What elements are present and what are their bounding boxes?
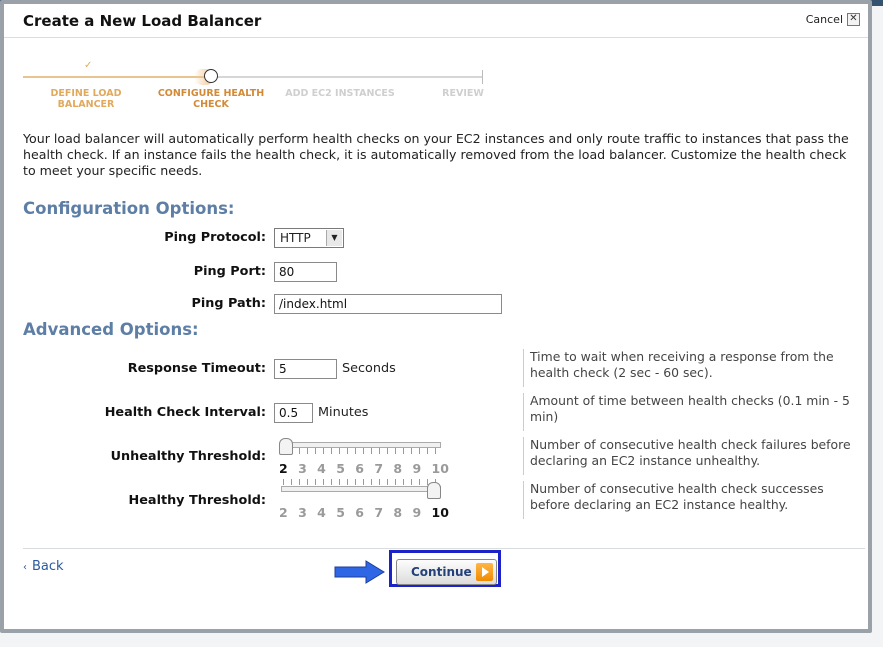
slider-scale-value: 8 — [393, 505, 403, 520]
slider-ticks — [283, 479, 439, 485]
healthy-threshold-help: Number of consecutive health check succe… — [523, 481, 860, 519]
wizard-step-define: Define Load Balancer — [50, 88, 122, 110]
response-timeout-help: Time to wait when receiving a response f… — [523, 349, 860, 387]
slider-thumb[interactable] — [427, 482, 441, 499]
slider-scale-value: 5 — [336, 461, 345, 476]
slider-scale-value: 2 — [279, 505, 288, 520]
slider-thumb[interactable] — [279, 438, 293, 455]
advanced-options-title: Advanced Options: — [23, 320, 199, 339]
wizard-progress-done — [23, 76, 211, 78]
slider-scale-value: 7 — [374, 461, 384, 476]
dropdown-arrow-icon[interactable]: ▼ — [326, 230, 342, 246]
slider-ticks — [283, 448, 439, 454]
slider-scale-value: 4 — [317, 505, 326, 520]
slider-scale-value: 7 — [374, 505, 384, 520]
slider-scale-value: 4 — [317, 461, 326, 476]
health-check-interval-help: Amount of time between health checks (0.… — [523, 393, 860, 431]
slider-scale-value: 8 — [393, 461, 403, 476]
dialog-header: Create a New Load Balancer Cancel ✕ — [4, 4, 868, 38]
slider-scale-value: 5 — [336, 505, 345, 520]
wizard-step-health-check: Configure Health Check — [157, 88, 265, 110]
slider-scale-value: 6 — [355, 505, 364, 520]
wizard-steps: ✓ Define Load Balancer Configure Health … — [23, 60, 493, 118]
healthy-threshold-slider[interactable]: 2 3 4 5 6 7 8 9 10 — [279, 477, 449, 527]
ping-protocol-select[interactable]: HTTP ▼ — [274, 228, 344, 248]
close-icon[interactable]: ✕ — [847, 13, 860, 26]
slider-scale-value: 9 — [412, 505, 422, 520]
slider-scale-value: 6 — [355, 461, 364, 476]
unhealthy-threshold-scale: 2 3 4 5 6 7 8 9 10 — [279, 461, 449, 476]
response-timeout-label: Response Timeout: — [127, 361, 266, 376]
continue-label: Continue — [411, 565, 472, 579]
health-check-interval-unit: Minutes — [318, 405, 369, 420]
slider-scale-value: 10 — [431, 505, 449, 520]
back-label: Back — [32, 559, 64, 574]
health-check-interval-label: Health Check Interval: — [104, 405, 266, 420]
play-icon — [476, 563, 493, 581]
slider-scale-value: 2 — [279, 461, 288, 476]
load-balancer-dialog: Create a New Load Balancer Cancel ✕ ✓ De… — [0, 0, 872, 633]
slider-scale-value: 3 — [298, 461, 307, 476]
intro-text: Your load balancer will automatically pe… — [23, 131, 849, 178]
ping-port-input[interactable] — [274, 262, 337, 282]
slider-scale-value: 3 — [298, 505, 307, 520]
unhealthy-threshold-label: Unhealthy Threshold: — [110, 449, 266, 464]
wizard-current-step-marker — [204, 69, 218, 83]
ping-path-input[interactable] — [274, 294, 502, 314]
response-timeout-input[interactable] — [274, 359, 337, 379]
dialog-title: Create a New Load Balancer — [23, 12, 262, 30]
healthy-threshold-label: Healthy Threshold: — [128, 493, 266, 508]
chevron-left-icon: ‹ — [23, 562, 27, 573]
ping-protocol-label: Ping Protocol: — [164, 230, 266, 245]
ping-path-label: Ping Path: — [191, 296, 266, 311]
response-timeout-unit: Seconds — [342, 361, 396, 376]
ping-port-label: Ping Port: — [193, 264, 266, 279]
cancel-button[interactable]: Cancel ✕ — [806, 13, 860, 26]
back-link[interactable]: ‹ Back — [23, 559, 64, 574]
wizard-end-marker — [482, 70, 483, 84]
slider-scale-value: 9 — [412, 461, 422, 476]
health-check-interval-input[interactable] — [274, 403, 313, 423]
arrow-right-icon — [334, 560, 385, 584]
ping-protocol-value: HTTP — [280, 231, 311, 245]
configuration-options-title: Configuration Options: — [23, 199, 235, 218]
unhealthy-threshold-help: Number of consecutive health check failu… — [523, 437, 860, 475]
continue-button[interactable]: Continue — [396, 559, 497, 585]
cancel-label: Cancel — [805, 13, 843, 26]
footer-divider — [23, 548, 865, 549]
wizard-step-add-instances: Add EC2 Instances — [285, 88, 395, 99]
wizard-progress-remaining — [211, 76, 483, 78]
slider-scale-value: 10 — [431, 461, 449, 476]
slider-track[interactable] — [281, 486, 441, 492]
unhealthy-threshold-slider[interactable]: 2 3 4 5 6 7 8 9 10 — [279, 433, 449, 483]
wizard-step-review: Review — [442, 88, 484, 99]
healthy-threshold-scale: 2 3 4 5 6 7 8 9 10 — [279, 505, 449, 520]
check-icon: ✓ — [84, 60, 93, 71]
